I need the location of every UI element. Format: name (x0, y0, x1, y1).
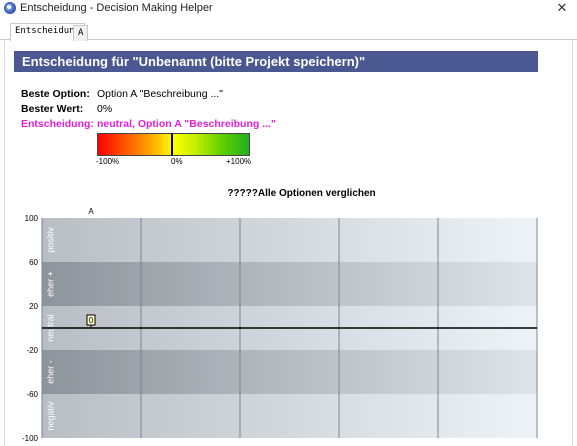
scale-min-label: -100% (96, 157, 120, 166)
y-tick-label: 60 (29, 258, 38, 267)
band-label: eher - (45, 360, 55, 384)
decision-label: Entscheidung: (21, 118, 94, 130)
close-button[interactable]: ✕ (552, 0, 572, 16)
best-option-label: Beste Option: (21, 88, 90, 100)
best-value-label: Bester Wert: (21, 103, 84, 115)
category-label: A (88, 207, 94, 216)
page-title: Entscheidung für "Unbenannt (bitte Proje… (14, 51, 538, 72)
app-icon (4, 2, 16, 14)
window-title: Entscheidung - Decision Making Helper (20, 2, 213, 14)
y-tick-label: 20 (29, 302, 38, 311)
best-value-value: 0% (97, 103, 113, 115)
band-3 (42, 350, 537, 394)
decision-marker (171, 133, 173, 156)
band-label: eher + (45, 271, 55, 297)
band-0 (42, 218, 537, 262)
band-label: positiv (45, 227, 55, 253)
scale-max-label: +100% (226, 157, 252, 166)
chart-title: ?????Alle Optionen verglichen (227, 188, 376, 199)
band-1 (42, 262, 537, 306)
band-4 (42, 394, 537, 438)
y-tick-label: -20 (26, 346, 38, 355)
scale-mid-label: 0% (171, 157, 183, 166)
best-option-value: Option A "Beschreibung ..." (97, 88, 223, 100)
title-bar: Entscheidung - Decision Making Helper ✕ (0, 0, 577, 18)
y-tick-label: -60 (26, 390, 38, 399)
decision-value: neutral, Option A "Beschreibung ..." (97, 118, 276, 130)
y-tick-label: -100 (22, 434, 39, 443)
tab-a[interactable]: A (73, 25, 89, 41)
decision-gradient-scale (97, 133, 250, 156)
band-label: negativ (45, 401, 55, 431)
tab-strip: Entscheidung A (0, 22, 577, 41)
y-tick-label: 100 (25, 214, 39, 223)
comparison-chart: positiveher +neutraleher -negativ1006020… (22, 207, 538, 443)
data-label: 0 (89, 316, 94, 325)
